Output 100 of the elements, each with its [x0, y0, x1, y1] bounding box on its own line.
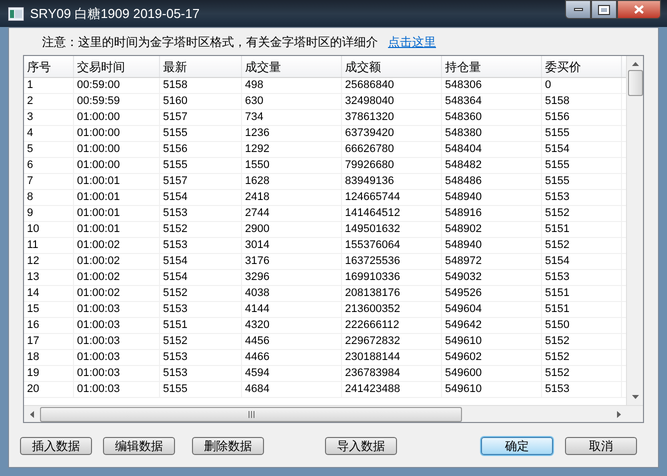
- dialog-button[interactable]: 取消: [565, 437, 637, 455]
- table-cell: 5154: [542, 142, 622, 157]
- column-header[interactable]: 序号: [24, 56, 74, 77]
- vertical-scrollbar[interactable]: [626, 56, 643, 405]
- table-cell: 7: [24, 174, 74, 189]
- table-cell: 3: [24, 110, 74, 125]
- scroll-thumb[interactable]: [628, 70, 642, 96]
- column-header[interactable]: 委买价: [542, 56, 622, 77]
- dialog-button[interactable]: 删除数据: [192, 437, 264, 455]
- table-cell: 13: [24, 270, 74, 285]
- column-header[interactable]: 最新: [160, 56, 242, 77]
- table-cell: 549610: [442, 382, 542, 397]
- table-cell: 01:00:00: [74, 126, 160, 141]
- table-cell: 15: [24, 302, 74, 317]
- table-cell: 00:59:59: [74, 94, 160, 109]
- table-cell: 548940: [442, 190, 542, 205]
- table-cell: 4466: [242, 350, 342, 365]
- scroll-right-icon: [617, 410, 621, 418]
- dialog-button[interactable]: 编辑数据: [103, 437, 175, 455]
- table-cell: 5153: [160, 238, 242, 253]
- minimize-button[interactable]: [565, 0, 591, 19]
- table-cell: 548360: [442, 110, 542, 125]
- table-cell: 3296: [242, 270, 342, 285]
- table-cell: 169910336: [342, 270, 442, 285]
- table-cell: 5: [24, 142, 74, 157]
- table-cell: 549610: [442, 334, 542, 349]
- maximize-button[interactable]: [591, 0, 617, 19]
- table-cell: 5154: [160, 254, 242, 269]
- column-header[interactable]: 成交量: [242, 56, 342, 77]
- table-cell: 01:00:01: [74, 222, 160, 237]
- table-cell: 229672832: [342, 334, 442, 349]
- table-cell: 01:00:00: [74, 158, 160, 173]
- table-cell: 5152: [542, 350, 622, 365]
- table-cell: 124665744: [342, 190, 442, 205]
- table-cell: 4320: [242, 318, 342, 333]
- scroll-down-icon: [632, 395, 638, 399]
- table-cell: 155376064: [342, 238, 442, 253]
- table-cell: 4144: [242, 302, 342, 317]
- table-cell: 4456: [242, 334, 342, 349]
- table-cell: 549602: [442, 350, 542, 365]
- table-cell: 5155: [160, 382, 242, 397]
- table-cell: 241423488: [342, 382, 442, 397]
- table-cell: 548972: [442, 254, 542, 269]
- table-cell: 16: [24, 318, 74, 333]
- table-cell: 63739420: [342, 126, 442, 141]
- table-cell: 5151: [542, 302, 622, 317]
- table-cell: 548364: [442, 94, 542, 109]
- horizontal-scrollbar[interactable]: [24, 405, 643, 422]
- table-cell: 11: [24, 238, 74, 253]
- dialog-button[interactable]: 确定: [481, 437, 553, 455]
- table-cell: 548380: [442, 126, 542, 141]
- table-cell: 548404: [442, 142, 542, 157]
- table-cell: 4038: [242, 286, 342, 301]
- table-cell: 01:00:03: [74, 350, 160, 365]
- table-cell: 17: [24, 334, 74, 349]
- window-title: SRY09 白糖1909 2019-05-17: [30, 4, 200, 23]
- table-cell: 01:00:02: [74, 270, 160, 285]
- table-cell: 213600352: [342, 302, 442, 317]
- table-cell: 01:00:02: [74, 254, 160, 269]
- table-cell: 548902: [442, 222, 542, 237]
- table-cell: 01:00:03: [74, 302, 160, 317]
- close-button[interactable]: [617, 0, 661, 19]
- table-cell: 37861320: [342, 110, 442, 125]
- table-cell: 548940: [442, 238, 542, 253]
- column-header[interactable]: 成交额: [342, 56, 442, 77]
- table-cell: 734: [242, 110, 342, 125]
- table-cell: 3014: [242, 238, 342, 253]
- table-cell: 5153: [160, 206, 242, 221]
- table-cell: 4594: [242, 366, 342, 381]
- dialog-button[interactable]: 导入数据: [325, 437, 397, 455]
- dialog-button[interactable]: 插入数据: [20, 437, 92, 455]
- table-cell: 5153: [542, 190, 622, 205]
- table-cell: 5152: [160, 286, 242, 301]
- table-cell: 5156: [542, 110, 622, 125]
- table-cell: 20: [24, 382, 74, 397]
- table-cell: 01:00:03: [74, 318, 160, 333]
- table-cell: 01:00:03: [74, 334, 160, 349]
- column-header[interactable]: 持仓量: [442, 56, 542, 77]
- table-cell: 18: [24, 350, 74, 365]
- table-cell: 4: [24, 126, 74, 141]
- column-header[interactable]: 交易时间: [74, 56, 160, 77]
- scroll-up-icon: [632, 62, 638, 66]
- table-cell: 2: [24, 94, 74, 109]
- table-cell: 5152: [542, 334, 622, 349]
- table-cell: 01:00:01: [74, 206, 160, 221]
- table-cell: 549526: [442, 286, 542, 301]
- notice-link[interactable]: 点击这里: [388, 32, 436, 50]
- scroll-thumb[interactable]: [40, 406, 462, 422]
- table-cell: 549600: [442, 366, 542, 381]
- table-cell: 2744: [242, 206, 342, 221]
- table-cell: 236783984: [342, 366, 442, 381]
- table-cell: 5153: [160, 302, 242, 317]
- table-cell: 5158: [160, 78, 242, 93]
- table-cell: 01:00:00: [74, 110, 160, 125]
- table-cell: 14: [24, 286, 74, 301]
- table-cell: 498: [242, 78, 342, 93]
- table-cell: 208138176: [342, 286, 442, 301]
- table-cell: 5155: [160, 126, 242, 141]
- table-cell: 630: [242, 94, 342, 109]
- table-cell: 230188144: [342, 350, 442, 365]
